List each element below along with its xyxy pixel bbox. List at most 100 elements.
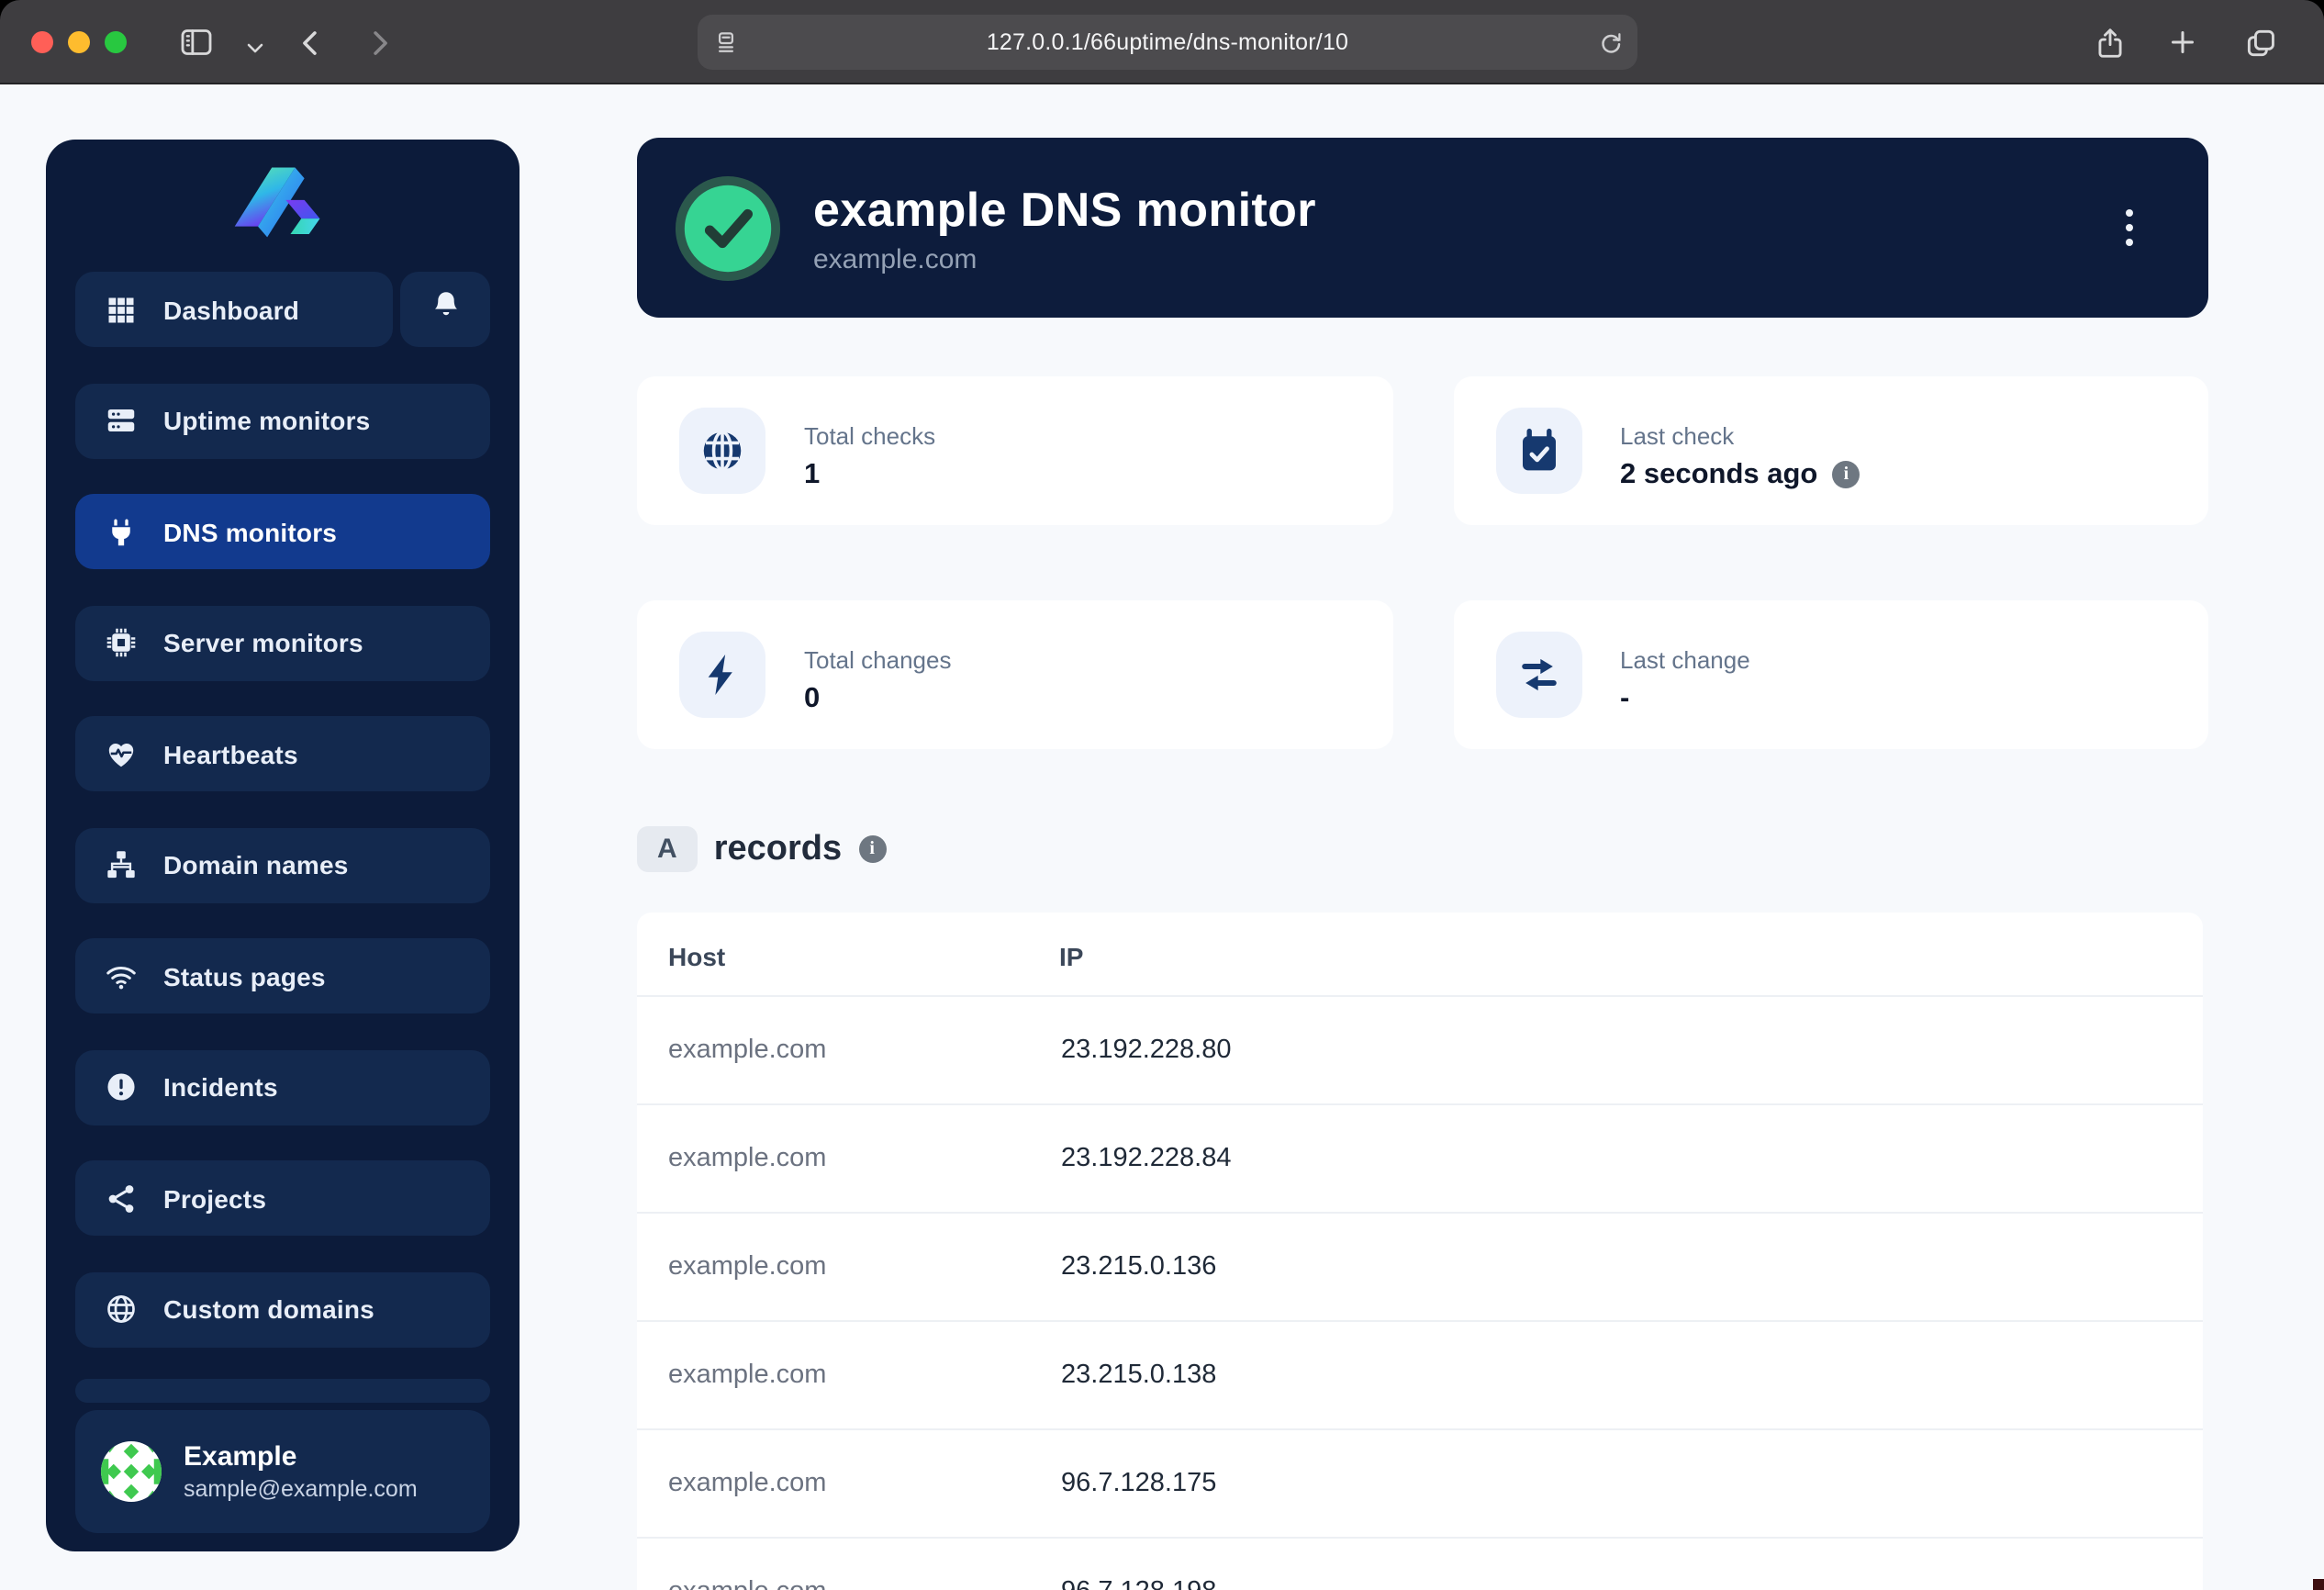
- main-column: example DNS monitor example.com Total ch…: [637, 138, 2208, 1590]
- cell-host: example.com: [637, 1538, 1059, 1590]
- address-bar[interactable]: 127.0.0.1/66uptime/dns-monitor/10: [698, 15, 1637, 70]
- logo-icon: [233, 165, 332, 253]
- sidebar-nav-row: Heartbeats: [75, 716, 490, 791]
- sidebar-item-custom-domains[interactable]: Custom domains: [75, 1271, 490, 1347]
- stats-grid: Total checks1Last check2 seconds agoiTot…: [637, 376, 2208, 749]
- cell-ip: 96.7.128.198: [1059, 1538, 2203, 1590]
- sidebar-toggle-button[interactable]: [176, 22, 217, 62]
- nodes-icon: [105, 1181, 138, 1215]
- forward-button[interactable]: [358, 22, 398, 62]
- table-row: example.com96.7.128.198: [637, 1538, 2203, 1590]
- sidebar-nav: Dashboard Uptime monitors DNS monitors Serv…: [75, 272, 490, 1347]
- server-icon: [105, 404, 138, 437]
- sidebar-bottom: Example sample@example.com: [75, 1379, 490, 1533]
- sidebar-nav-row: Uptime monitors: [75, 383, 490, 458]
- sidebar-item-incidents[interactable]: Incidents: [75, 1049, 490, 1125]
- sitemap-icon: [105, 848, 138, 881]
- sidebar-item-label: Dashboard: [163, 295, 299, 324]
- zoom-window-button[interactable]: [105, 31, 127, 53]
- close-window-button[interactable]: [31, 31, 53, 53]
- sidebar-item-dns-monitors[interactable]: DNS monitors: [75, 494, 490, 569]
- sidebar-item-status-pages[interactable]: Status pages: [75, 938, 490, 1013]
- sidebar-item-domain-names[interactable]: Domain names: [75, 827, 490, 902]
- table-row: example.com23.192.228.84: [637, 1104, 2203, 1213]
- table-row: example.com23.215.0.136: [637, 1213, 2203, 1321]
- app-logo: [75, 163, 490, 255]
- notifications-button[interactable]: [400, 272, 490, 347]
- stat-card-total-changes: Total changes0: [637, 600, 1392, 749]
- stat-value: 0: [804, 682, 820, 715]
- sidebar-item-label: Uptime monitors: [163, 406, 370, 435]
- monitor-header-card: example DNS monitor example.com: [637, 138, 2208, 318]
- sidebar-nav-row: Dashboard: [75, 272, 490, 347]
- stat-card-total-checks: Total checks1: [637, 376, 1392, 525]
- cell-ip: 96.7.128.175: [1059, 1429, 2203, 1538]
- cell-host: example.com: [637, 1429, 1059, 1538]
- new-tab-button[interactable]: [2162, 22, 2203, 62]
- sidebar-item-label: Projects: [163, 1183, 266, 1213]
- share-button[interactable]: [2089, 22, 2129, 62]
- records-title: records: [714, 829, 842, 869]
- wifi-icon: [105, 959, 138, 992]
- chip-icon: [105, 626, 138, 659]
- bell-icon: [429, 288, 462, 330]
- sidebar-item-partial[interactable]: [75, 1379, 490, 1403]
- globe-icon: [105, 1293, 138, 1326]
- sidebar-item-label: Custom domains: [163, 1294, 374, 1324]
- tab-group-chevron-button[interactable]: [235, 28, 275, 68]
- url-text: 127.0.0.1/66uptime/dns-monitor/10: [753, 29, 1582, 55]
- sidebar-item-dashboard[interactable]: Dashboard: [75, 272, 393, 347]
- sidebar-item-label: Status pages: [163, 961, 326, 991]
- tab-overview-button[interactable]: [2240, 22, 2280, 62]
- stat-card-last-check: Last check2 seconds agoi: [1453, 376, 2208, 525]
- stat-label: Last change: [1620, 645, 1750, 673]
- monitor-subtitle: example.com: [813, 243, 1316, 274]
- sidebar-item-uptime-monitors[interactable]: Uptime monitors: [75, 383, 490, 458]
- table-row: example.com23.192.228.80: [637, 996, 2203, 1104]
- record-type-badge: A: [637, 826, 698, 872]
- stat-value: 2 seconds ago: [1620, 458, 1817, 491]
- table-row: example.com23.215.0.138: [637, 1321, 2203, 1429]
- calendar-check-icon: [1495, 408, 1581, 494]
- sidebar-item-label: Incidents: [163, 1072, 278, 1102]
- kebab-dot: [2126, 239, 2134, 247]
- cell-ip: 23.215.0.136: [1059, 1213, 2203, 1321]
- sidebar-item-heartbeats[interactable]: Heartbeats: [75, 716, 490, 791]
- sidebar-item-label: Heartbeats: [163, 739, 298, 768]
- grid-icon: [105, 293, 138, 326]
- info-icon[interactable]: i: [1832, 461, 1860, 488]
- sidebar-item-label: Server monitors: [163, 628, 363, 657]
- minimize-window-button[interactable]: [68, 31, 90, 53]
- sidebar-item-server-monitors[interactable]: Server monitors: [75, 605, 490, 680]
- app-sidebar: Dashboard Uptime monitors DNS monitors Serv…: [46, 140, 520, 1551]
- back-button[interactable]: [290, 22, 330, 62]
- sidebar-item-label: Domain names: [163, 850, 349, 879]
- column-header-ip: IP: [1059, 913, 2203, 996]
- sidebar-nav-row: Custom domains: [75, 1271, 490, 1347]
- monitor-title: example DNS monitor: [813, 181, 1316, 238]
- kebab-dot: [2126, 224, 2134, 232]
- globe-solid-icon: [679, 408, 765, 494]
- records-heading: A records i: [637, 826, 2208, 872]
- sidebar-item-projects[interactable]: Projects: [75, 1160, 490, 1236]
- sidebar-nav-row: Status pages: [75, 938, 490, 1013]
- kebab-menu-button[interactable]: [2117, 196, 2142, 259]
- cell-host: example.com: [637, 1213, 1059, 1321]
- alert-icon: [105, 1070, 138, 1103]
- bolt-icon: [679, 632, 765, 718]
- sidebar-nav-row: DNS monitors: [75, 494, 490, 569]
- info-icon[interactable]: i: [858, 835, 886, 863]
- status-up-check-icon: [674, 174, 782, 282]
- sidebar-item-label: DNS monitors: [163, 517, 337, 546]
- heart-pulse-icon: [105, 737, 138, 770]
- plug-icon: [105, 515, 138, 548]
- user-card[interactable]: Example sample@example.com: [75, 1410, 490, 1533]
- cell-ip: 23.192.228.80: [1059, 996, 2203, 1104]
- column-header-host: Host: [637, 913, 1059, 996]
- cell-host: example.com: [637, 1104, 1059, 1213]
- records-table-card: Host IP example.com23.192.228.80example.…: [637, 913, 2203, 1590]
- reload-button[interactable]: [1582, 28, 1637, 56]
- stat-value: 1: [804, 458, 820, 491]
- sidebar-nav-row: Incidents: [75, 1049, 490, 1125]
- page-settings-icon[interactable]: [698, 28, 753, 56]
